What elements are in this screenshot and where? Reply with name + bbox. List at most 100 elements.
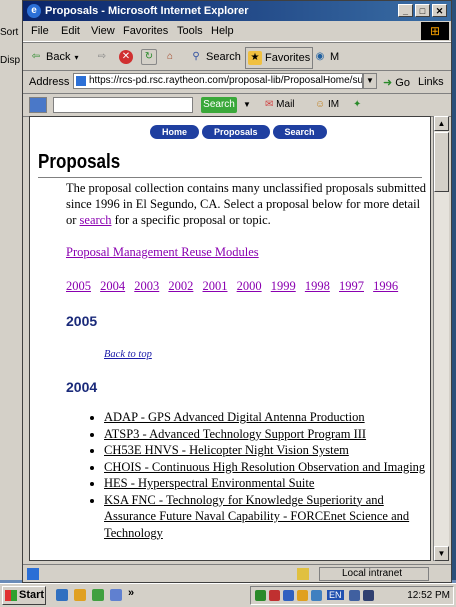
nav-proposals[interactable]: Proposals [202, 125, 270, 139]
status-bar: Local intranet [23, 564, 451, 583]
menu-help[interactable]: Help [211, 25, 234, 37]
lock-icon [297, 568, 309, 580]
quicklaunch-media-icon[interactable] [110, 589, 122, 601]
quicklaunch-desktop-icon[interactable] [92, 589, 104, 601]
mail-icon: ✉ [265, 99, 274, 110]
start-label: Start [19, 589, 45, 601]
search-link[interactable]: search [80, 213, 112, 227]
tray-display-icon[interactable] [349, 590, 360, 601]
year-link-1999[interactable]: 1999 [271, 279, 296, 293]
back-to-top-link[interactable]: Back to top [104, 349, 152, 360]
scroll-down-button[interactable]: ▼ [434, 546, 449, 561]
year-link-2001[interactable]: 2001 [203, 279, 228, 293]
refresh-button[interactable]: ↻ [141, 47, 160, 67]
search-button[interactable]: ⚲ Search [189, 47, 241, 67]
quicklaunch-outlook-icon[interactable] [74, 589, 86, 601]
scroll-thumb[interactable] [434, 132, 449, 192]
toolbar-search-button[interactable]: Search [201, 97, 237, 113]
menu-file[interactable]: File [31, 25, 49, 37]
im-button[interactable]: ☺ IM [315, 99, 339, 110]
title-bar[interactable]: e Proposals - Microsoft Internet Explore… [23, 1, 451, 21]
windows-flag-icon [5, 590, 17, 601]
favorites-label: Favorites [265, 52, 311, 64]
page-status-icon [27, 568, 39, 580]
proposal-link-ksa-fnc[interactable]: KSA FNC - Technology for Knowledge Super… [104, 493, 409, 540]
refresh-icon: ↻ [141, 49, 157, 65]
home-button[interactable]: ⌂ [163, 47, 180, 67]
proposal-link-chois[interactable]: CHOIS - Continuous High Resolution Obser… [104, 460, 425, 474]
search-toolbar: Search ▼ ✉ Mail ☺ IM ✦ [23, 93, 451, 117]
favorites-icon: ★ [248, 51, 262, 65]
proposal-link-hes[interactable]: HES - Hyperspectral Environmental Suite [104, 476, 314, 490]
year-link-2000[interactable]: 2000 [237, 279, 262, 293]
proposal-link-atsp3[interactable]: ATSP3 - Advanced Technology Support Prog… [104, 427, 366, 441]
quicklaunch-overflow-icon[interactable]: » [128, 587, 134, 599]
year-link-1997[interactable]: 1997 [339, 279, 364, 293]
year-link-2002[interactable]: 2002 [168, 279, 193, 293]
year-link-1996[interactable]: 1996 [373, 279, 398, 293]
list-item: CHOIS - Continuous High Resolution Obser… [104, 459, 430, 476]
nav-home[interactable]: Home [150, 125, 200, 139]
menu-view[interactable]: View [91, 25, 115, 37]
nav-search[interactable]: Search [272, 125, 327, 139]
media-button[interactable]: ◉ M [313, 47, 340, 67]
language-indicator[interactable]: EN [327, 590, 344, 600]
standard-toolbar: ⇦ Back ▾ ⇨ ✕ ↻ ⌂ ⚲ Search ★ Favorites ◉ … [23, 42, 451, 71]
forward-button[interactable]: ⇨ [95, 47, 112, 67]
year-link-2005[interactable]: 2005 [66, 279, 91, 293]
chevron-down-icon[interactable]: ▼ [241, 97, 253, 113]
maximize-button[interactable]: □ [415, 4, 430, 17]
go-button[interactable]: ➜ Go [383, 76, 410, 89]
address-label: Address [29, 76, 70, 88]
tray-antivirus-icon[interactable] [269, 590, 280, 601]
start-button[interactable]: Start [2, 586, 46, 605]
menu-favorites[interactable]: Favorites [123, 25, 168, 37]
year-link-1998[interactable]: 1998 [305, 279, 330, 293]
im-label: IM [328, 99, 340, 110]
desktop-edge [452, 0, 456, 580]
year-link-2004[interactable]: 2004 [100, 279, 125, 293]
minimize-button[interactable]: _ [398, 4, 413, 17]
back-arrow-icon: ⇦ [31, 51, 41, 62]
tray-network-icon[interactable] [283, 590, 294, 601]
home-icon: ⌂ [166, 51, 174, 62]
links-button[interactable]: Links [418, 76, 444, 88]
window-title: Proposals - Microsoft Internet Explorer [45, 5, 249, 17]
section-heading-2004: 2004 [66, 379, 98, 395]
list-item: HES - Hyperspectral Environmental Suite [104, 475, 430, 492]
toolbar-extra-icon[interactable]: ✦ [353, 99, 361, 110]
address-dropdown[interactable]: ▼ [363, 73, 377, 89]
close-button[interactable]: ✕ [432, 4, 447, 17]
windows-logo-icon: ⊞ [421, 22, 449, 40]
ie-icon: e [27, 4, 41, 18]
scroll-up-button[interactable]: ▲ [434, 116, 449, 131]
search-label: Search [206, 51, 241, 63]
address-input[interactable]: https://rcs-pd.rsc.raytheon.com/proposal… [73, 73, 363, 89]
tray-sync-icon[interactable] [311, 590, 322, 601]
chevron-down-icon: ▾ [74, 52, 79, 62]
proposal-link-adap[interactable]: ADAP - GPS Advanced Digital Antenna Prod… [104, 410, 365, 424]
page-icon [76, 76, 86, 86]
menu-edit[interactable]: Edit [61, 25, 80, 37]
site-nav: Home Proposals Search [150, 125, 327, 139]
year-link-2003[interactable]: 2003 [134, 279, 159, 293]
vertical-scrollbar[interactable]: ▲ ▼ [433, 116, 449, 561]
title-divider [38, 177, 422, 178]
toolbar-search-input[interactable] [53, 97, 193, 113]
reuse-modules-section: Proposal Management Reuse Modules [66, 245, 259, 260]
address-bar: Address https://rcs-pd.rsc.raytheon.com/… [23, 70, 451, 94]
mail-button[interactable]: ✉ Mail [265, 99, 295, 110]
stop-button[interactable]: ✕ [119, 47, 136, 67]
favorites-button[interactable]: ★ Favorites [245, 47, 314, 69]
menu-tools[interactable]: Tools [177, 25, 203, 37]
tray-volume-icon[interactable] [297, 590, 308, 601]
proposal-list-2004: ADAP - GPS Advanced Digital Antenna Prod… [86, 409, 430, 541]
reuse-modules-link[interactable]: Proposal Management Reuse Modules [66, 245, 259, 259]
tray-misc-icon[interactable] [363, 590, 374, 601]
mail-label: Mail [276, 99, 295, 110]
proposal-link-ch53e[interactable]: CH53E HNVS - Helicopter Night Vision Sys… [104, 443, 349, 457]
back-button[interactable]: ⇦ Back ▾ [29, 47, 79, 67]
quicklaunch-ie-icon[interactable] [56, 589, 68, 601]
tray-app-icon[interactable] [255, 590, 266, 601]
toolbar-logo-icon[interactable] [29, 97, 47, 113]
